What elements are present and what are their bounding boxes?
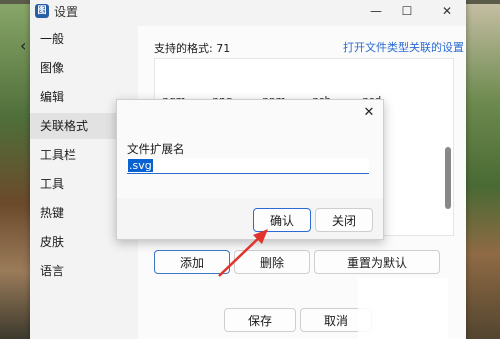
- sidebar-item-image[interactable]: 图像: [30, 55, 130, 81]
- dialog-close-button[interactable]: 关闭: [315, 208, 373, 232]
- title-bar: 图 设置 — ☐ ✕: [30, 0, 466, 22]
- close-icon[interactable]: ✕: [432, 0, 462, 22]
- sidebar-item-hotkeys[interactable]: 热键: [30, 200, 130, 226]
- sidebar-item-general[interactable]: 一般: [30, 26, 130, 52]
- app-icon: 图: [35, 4, 49, 18]
- background-photo-right: [466, 0, 500, 339]
- file-extension-label: 文件扩展名: [127, 142, 185, 156]
- sidebar-item-tools[interactable]: 工具: [30, 171, 130, 197]
- confirm-button[interactable]: 确认: [253, 208, 311, 232]
- window-title: 设置: [54, 5, 79, 19]
- sidebar-item-toolbar[interactable]: 工具栏: [30, 142, 130, 168]
- sidebar-item-edit[interactable]: 编辑: [30, 84, 130, 110]
- file-extension-dialog: ✕ 文件扩展名 .svg 确认 关闭: [116, 99, 384, 240]
- close-icon[interactable]: ✕: [360, 104, 378, 122]
- blurred-overlay: [358, 278, 448, 339]
- format-list-scrollbar[interactable]: [445, 147, 451, 209]
- reset-default-button[interactable]: 重置为默认: [314, 250, 440, 274]
- minimize-icon[interactable]: —: [361, 0, 391, 22]
- sidebar-item-language[interactable]: 语言: [30, 258, 130, 284]
- file-extension-value[interactable]: .svg: [128, 159, 153, 172]
- dialog-body: ✕ 文件扩展名 .svg: [117, 100, 383, 198]
- file-extension-input[interactable]: [127, 158, 369, 174]
- sidebar-item-skin[interactable]: 皮肤: [30, 229, 130, 255]
- save-button[interactable]: 保存: [224, 308, 296, 332]
- add-button[interactable]: 添加: [154, 250, 230, 274]
- formats-count-label: 支持的格式: 71: [154, 42, 231, 55]
- maximize-icon[interactable]: ☐: [392, 0, 422, 22]
- sidebar-item-associated-formats[interactable]: 关联格式: [30, 113, 130, 139]
- open-file-association-link[interactable]: 打开文件类型关联的设置: [343, 39, 464, 55]
- delete-button[interactable]: 删除: [234, 250, 310, 274]
